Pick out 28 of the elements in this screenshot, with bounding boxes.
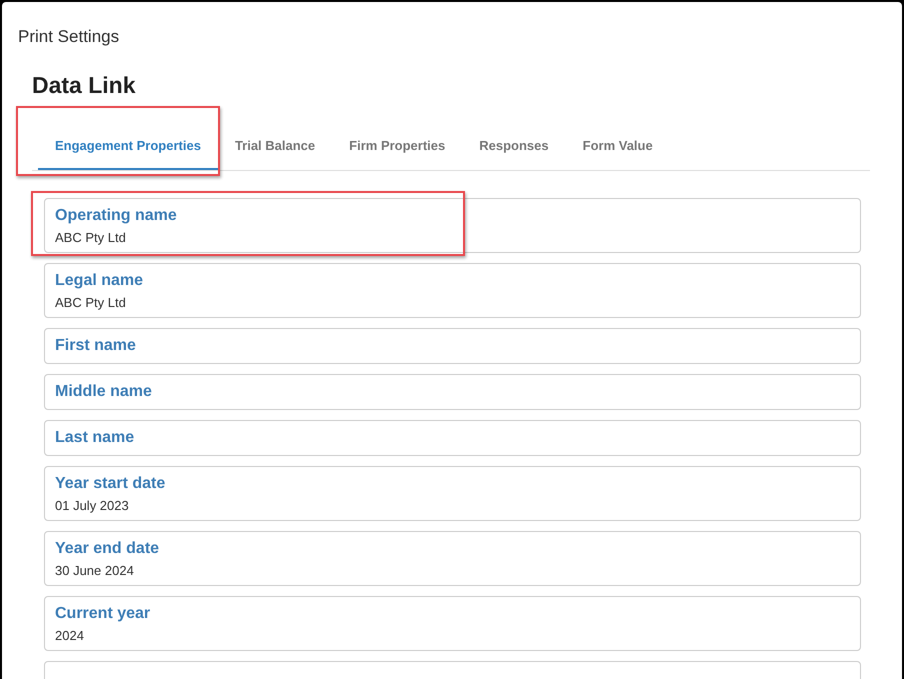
field-card[interactable]: Legal name ABC Pty Ltd — [44, 262, 861, 318]
field-card[interactable]: Current year 2024 — [44, 596, 861, 650]
window-title: Print Settings — [17, 26, 120, 48]
field-label: Legal name — [55, 270, 144, 290]
tab[interactable]: Firm Properties — [332, 124, 462, 170]
field-label: First name — [55, 336, 137, 356]
field-label: Current year — [55, 604, 152, 624]
field-label: Last name — [55, 428, 136, 448]
page-heading: Data Link — [32, 70, 136, 100]
field-label: Middle name — [55, 382, 153, 402]
field-value: ABC Pty Ltd — [55, 294, 127, 310]
field-label: Year start date — [55, 474, 166, 494]
tab[interactable]: Trial Balance — [218, 124, 332, 170]
field-value: ABC Pty Ltd — [55, 230, 127, 246]
field-card[interactable]: Year start date 01 July 2023 — [44, 466, 861, 520]
tab[interactable]: Responses — [462, 124, 566, 170]
field-label: Operating name — [55, 206, 178, 226]
field-card[interactable]: Year end date 30 June 2024 — [44, 530, 861, 586]
field-card[interactable]: Middle name — [44, 374, 861, 410]
field-value: 01 July 2023 — [55, 498, 130, 514]
tab[interactable]: Form Value — [566, 124, 670, 170]
field-value: 2024 — [55, 628, 85, 644]
field-card[interactable]: First name — [44, 328, 861, 364]
field-label: Year end date — [55, 538, 160, 558]
field-card[interactable]: Operating name ABC Pty Ltd — [44, 198, 861, 252]
tab[interactable]: Engagement Properties — [38, 124, 218, 170]
field-value: 30 June 2024 — [55, 562, 135, 578]
field-card[interactable]: Last name — [44, 420, 861, 456]
